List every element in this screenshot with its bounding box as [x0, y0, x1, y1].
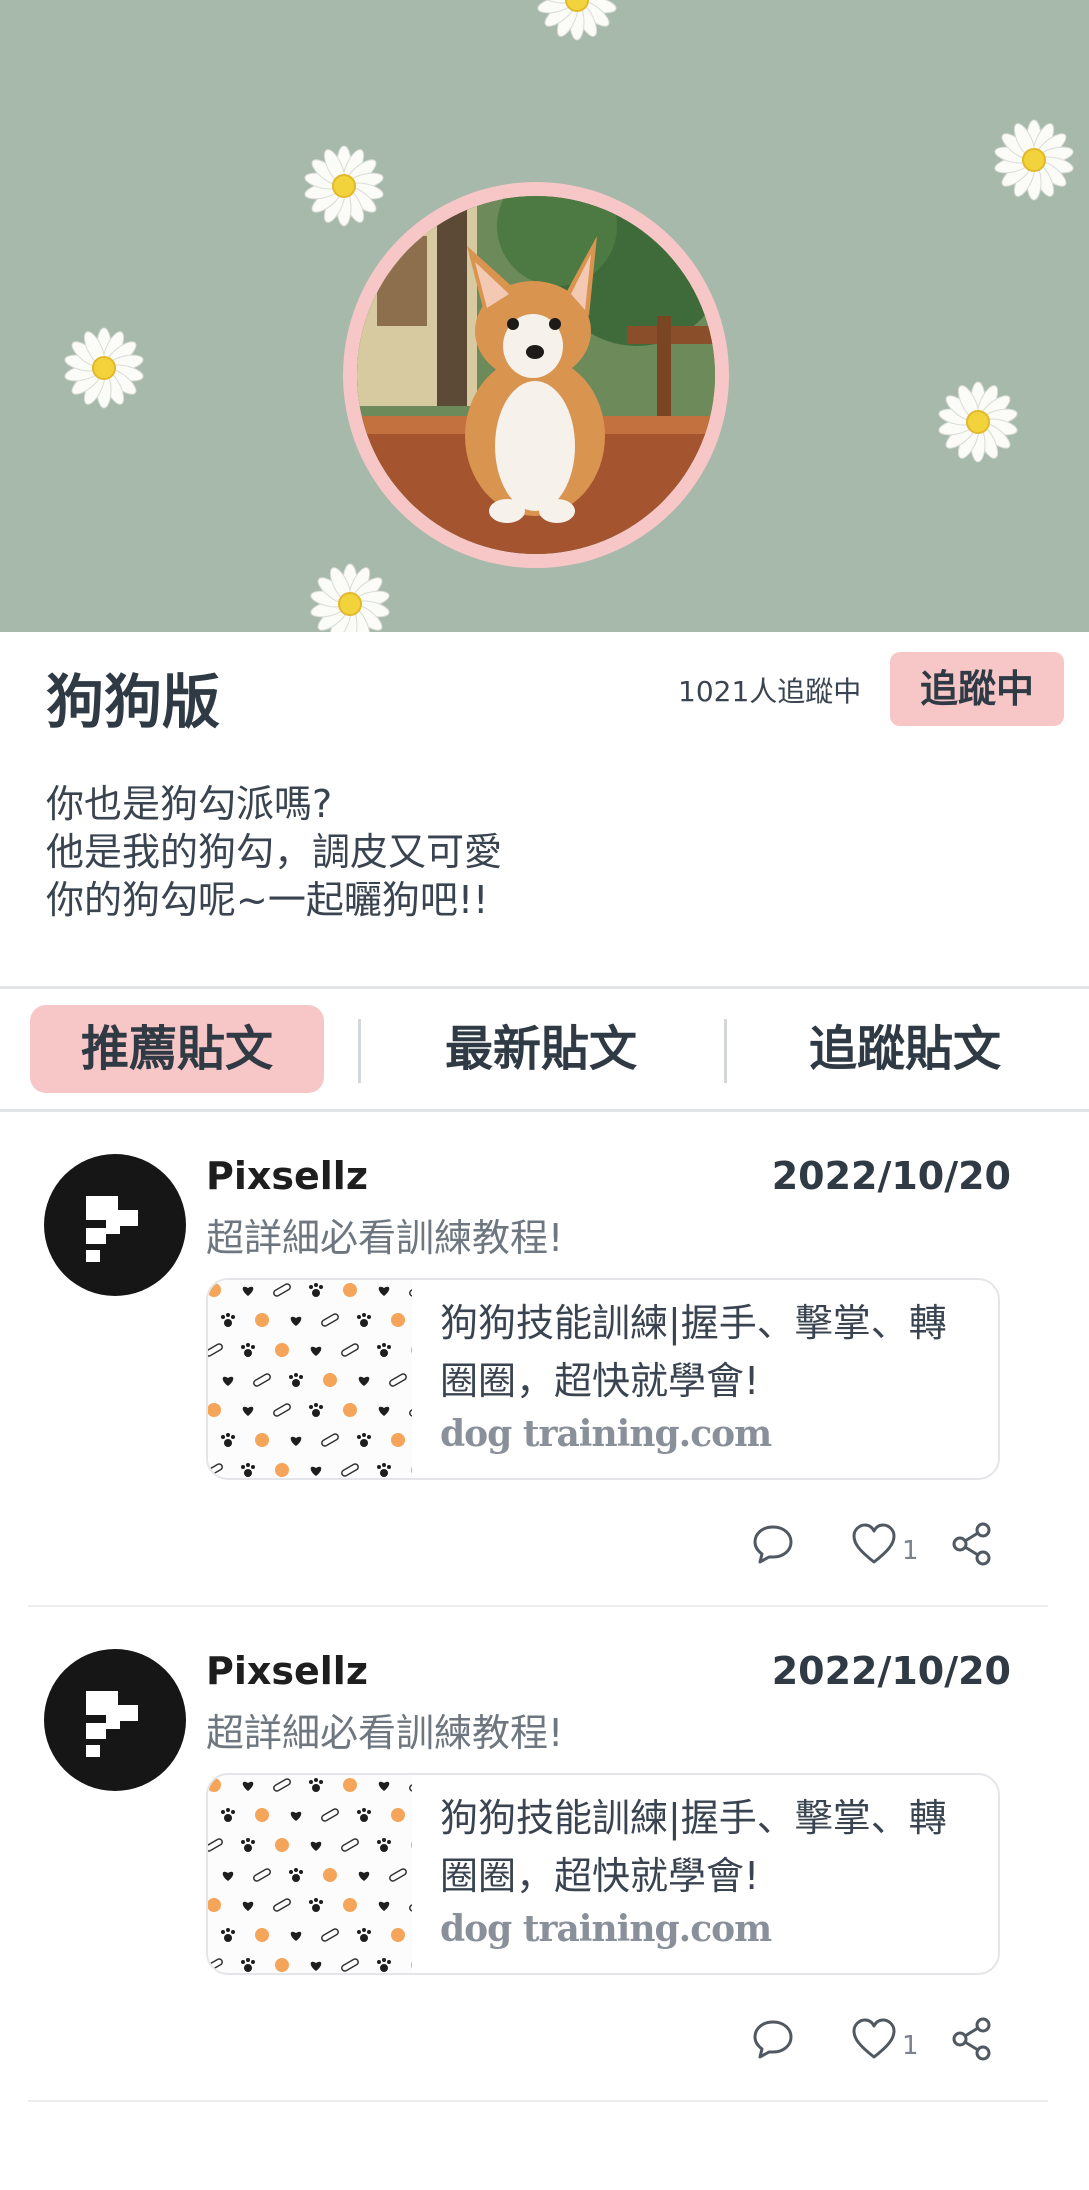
link-domain: dog training.com [440, 1908, 772, 1950]
like-count: 1 [902, 2031, 919, 2061]
post-tabs: 推薦貼文 最新貼文 追蹤貼文 [0, 986, 1089, 1112]
share-button[interactable] [950, 2011, 994, 2067]
follower-count: 1021人追蹤中 [678, 675, 862, 708]
like-count: 1 [902, 1536, 919, 1566]
link-preview[interactable]: 狗狗技能訓練|握手、擊掌、轉圈圈，超快就學會! dog training.com [206, 1278, 1000, 1480]
link-title: 狗狗技能訓練|握手、擊掌、轉圈圈，超快就學會! [440, 1301, 947, 1403]
pixsellz-logo-icon [86, 1196, 138, 1262]
post-divider [28, 2100, 1048, 2102]
pixsellz-logo-icon [86, 1691, 138, 1757]
heart-icon [852, 2018, 896, 2059]
dog-pattern-thumbnail [208, 1283, 412, 1477]
share-button[interactable] [950, 1516, 994, 1572]
heart-icon [852, 1523, 896, 1564]
author-avatar[interactable] [44, 1154, 186, 1296]
like-button[interactable]: 1 [850, 1516, 919, 1572]
comment-icon [753, 1525, 793, 1564]
board-avatar[interactable] [343, 182, 729, 568]
tab-divider [724, 1019, 727, 1083]
post-card: Pixsellz 2022/10/20 超詳細必看訓練教程! 狗狗技能訓練|握手… [0, 1607, 1089, 2102]
board-title: 狗狗版 [46, 668, 221, 736]
tab-following[interactable]: 追蹤貼文 [760, 1005, 1050, 1093]
cover-banner [0, 0, 1089, 632]
board-description: 你也是狗勾派嗎? 他是我的狗勾，調皮又可愛 你的狗勾呢~一起曬狗吧!! [46, 780, 502, 924]
post-author[interactable]: Pixsellz [206, 1152, 368, 1200]
share-icon [952, 2017, 991, 2061]
daisy-icon [64, 327, 144, 409]
comment-icon [753, 2020, 793, 2059]
link-domain: dog training.com [440, 1413, 772, 1455]
link-thumbnail [208, 1775, 412, 1973]
tab-divider [358, 1019, 361, 1083]
corgi-photo-graphic [357, 196, 715, 554]
post-date: 2022/10/20 [771, 1649, 1011, 1693]
following-button[interactable]: 追蹤中 [890, 652, 1064, 726]
link-thumbnail [208, 1280, 412, 1478]
tab-latest[interactable]: 最新貼文 [396, 1005, 686, 1093]
like-button[interactable]: 1 [850, 2011, 919, 2067]
post-author[interactable]: Pixsellz [206, 1647, 368, 1695]
author-avatar[interactable] [44, 1649, 186, 1791]
link-preview[interactable]: 狗狗技能訓練|握手、擊掌、轉圈圈，超快就學會! dog training.com [206, 1773, 1000, 1975]
comment-button[interactable] [750, 2011, 796, 2067]
link-title: 狗狗技能訓練|握手、擊掌、轉圈圈，超快就學會! [440, 1796, 947, 1898]
post-card: Pixsellz 2022/10/20 超詳細必看訓練教程! 狗狗技能訓練|握手… [0, 1112, 1089, 1607]
daisy-icon [994, 119, 1074, 201]
description-line: 你的狗勾呢~一起曬狗吧!! [46, 878, 489, 922]
corgi-photo [357, 196, 715, 554]
post-date: 2022/10/20 [771, 1154, 1011, 1198]
daisy-icon [938, 381, 1018, 463]
dog-pattern-thumbnail [208, 1778, 412, 1972]
daisy-icon [304, 145, 384, 227]
tab-recommended[interactable]: 推薦貼文 [30, 1005, 324, 1093]
share-icon [952, 1522, 991, 1566]
daisy-icon [310, 563, 390, 632]
description-line: 他是我的狗勾，調皮又可愛 [46, 830, 503, 874]
post-text: 超詳細必看訓練教程! [206, 1711, 564, 1755]
description-line: 你也是狗勾派嗎? [46, 782, 333, 826]
post-text: 超詳細必看訓練教程! [206, 1216, 564, 1260]
comment-button[interactable] [750, 1516, 796, 1572]
daisy-icon [537, 0, 617, 41]
